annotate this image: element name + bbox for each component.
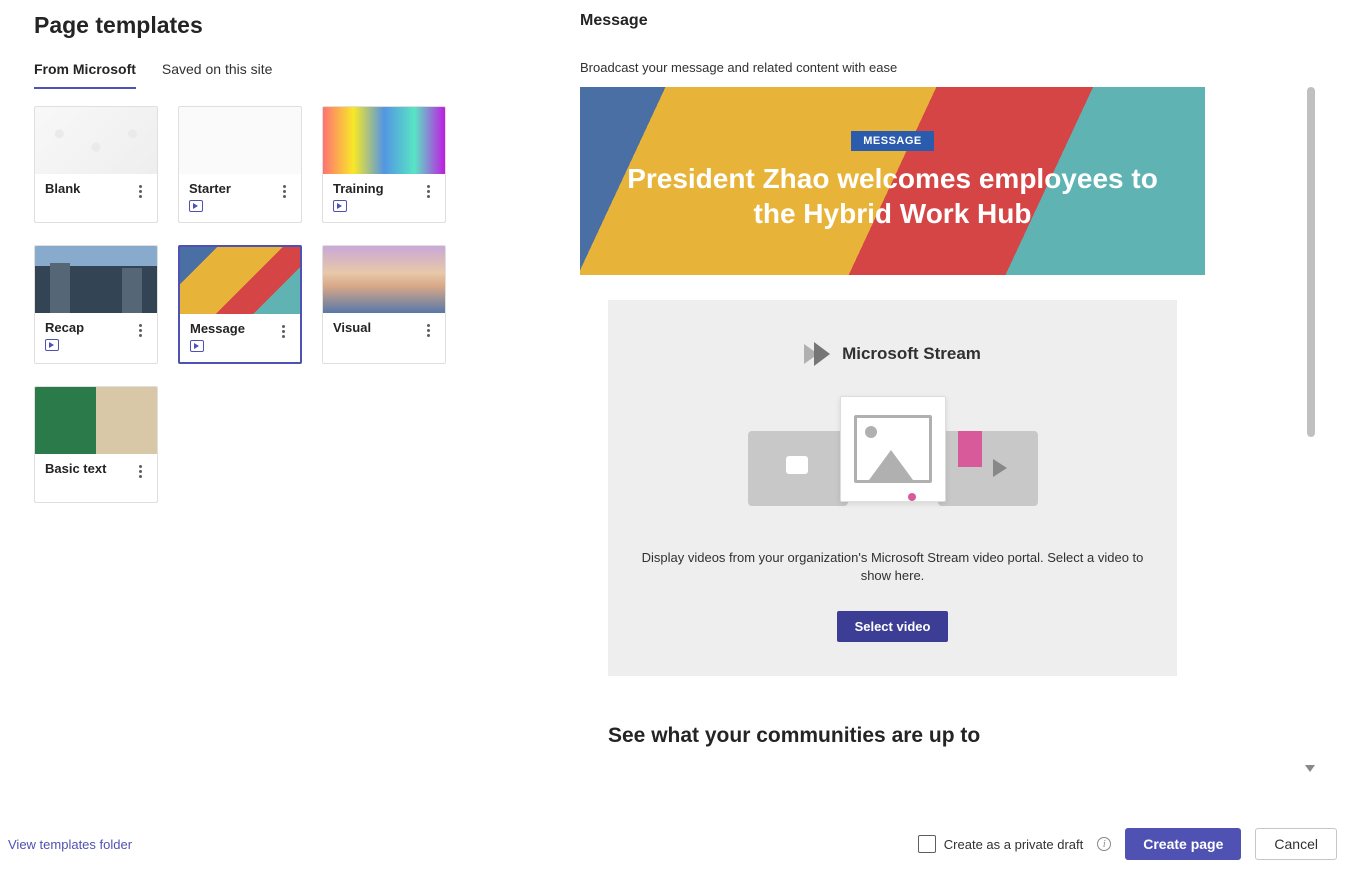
template-thumbnail: [35, 387, 157, 454]
template-name: Training: [333, 181, 384, 196]
template-card-visual[interactable]: Visual: [322, 245, 446, 364]
private-draft-label: Create as a private draft: [944, 837, 1083, 852]
template-name: Recap: [45, 320, 84, 335]
scrollbar-thumb[interactable]: [1307, 87, 1315, 437]
cancel-button[interactable]: Cancel: [1255, 828, 1337, 860]
template-card-recap[interactable]: Recap: [34, 245, 158, 364]
play-preview-icon[interactable]: [333, 200, 347, 212]
template-thumbnail: [35, 107, 157, 174]
template-tabs: From Microsoft Saved on this site: [34, 57, 554, 90]
create-page-button[interactable]: Create page: [1125, 828, 1241, 860]
play-preview-icon[interactable]: [45, 339, 59, 351]
template-card-starter[interactable]: Starter: [178, 106, 302, 223]
more-options-icon[interactable]: [276, 321, 290, 341]
template-thumbnail: [180, 247, 300, 314]
private-draft-checkbox[interactable]: Create as a private draft: [918, 835, 1083, 853]
select-video-button[interactable]: Select video: [837, 611, 949, 642]
more-options-icon[interactable]: [133, 461, 147, 481]
stream-description: Display videos from your organization's …: [628, 549, 1157, 585]
play-preview-icon[interactable]: [189, 200, 203, 212]
template-name: Starter: [189, 181, 231, 196]
more-options-icon[interactable]: [421, 181, 435, 201]
template-card-training[interactable]: Training: [322, 106, 446, 223]
preview-hero-badge: MESSAGE: [851, 131, 934, 151]
more-options-icon[interactable]: [133, 181, 147, 201]
tab-saved-on-site[interactable]: Saved on this site: [162, 57, 273, 89]
play-preview-icon[interactable]: [190, 340, 204, 352]
stream-webpart: Microsoft Stream Display videos from you…: [608, 300, 1177, 676]
stream-placeholder-illustration: [748, 386, 1038, 521]
preview-hero-banner: MESSAGE President Zhao welcomes employee…: [580, 87, 1205, 275]
preview-scroll-area[interactable]: MESSAGE President Zhao welcomes employee…: [580, 87, 1317, 777]
template-name: Blank: [45, 181, 80, 196]
more-options-icon[interactable]: [277, 181, 291, 201]
template-card-message[interactable]: Message: [178, 245, 302, 364]
more-options-icon[interactable]: [421, 320, 435, 340]
template-name: Basic text: [45, 461, 106, 476]
preview-hero-title: President Zhao welcomes employees to the…: [611, 161, 1174, 231]
view-templates-folder-link[interactable]: View templates folder: [8, 837, 132, 852]
template-card-blank[interactable]: Blank: [34, 106, 158, 223]
page-title: Page templates: [34, 12, 554, 39]
template-grid: Blank Starter Training Recap Message Visual Ba…: [34, 106, 554, 503]
template-card-basic-text[interactable]: Basic text: [34, 386, 158, 503]
preview-template-name: Message: [580, 12, 1317, 30]
template-name: Message: [190, 321, 245, 336]
stream-header-label: Microsoft Stream: [842, 344, 981, 364]
preview-next-section-heading: See what your communities are up to: [608, 724, 1177, 748]
stream-logo-icon: [804, 340, 832, 368]
scrollbar-down-icon[interactable]: [1305, 765, 1315, 775]
more-options-icon[interactable]: [133, 320, 147, 340]
template-thumbnail: [35, 246, 157, 313]
template-name: Visual: [333, 320, 371, 335]
info-icon[interactable]: i: [1097, 837, 1111, 851]
template-thumbnail: [179, 107, 301, 174]
preview-scrollbar[interactable]: [1303, 87, 1317, 777]
preview-template-description: Broadcast your message and related conte…: [580, 60, 1317, 75]
template-thumbnail: [323, 107, 445, 174]
checkbox-box-icon[interactable]: [918, 835, 936, 853]
footer-bar: View templates folder Create as a privat…: [0, 815, 1351, 873]
template-thumbnail: [323, 246, 445, 313]
tab-from-microsoft[interactable]: From Microsoft: [34, 57, 136, 89]
